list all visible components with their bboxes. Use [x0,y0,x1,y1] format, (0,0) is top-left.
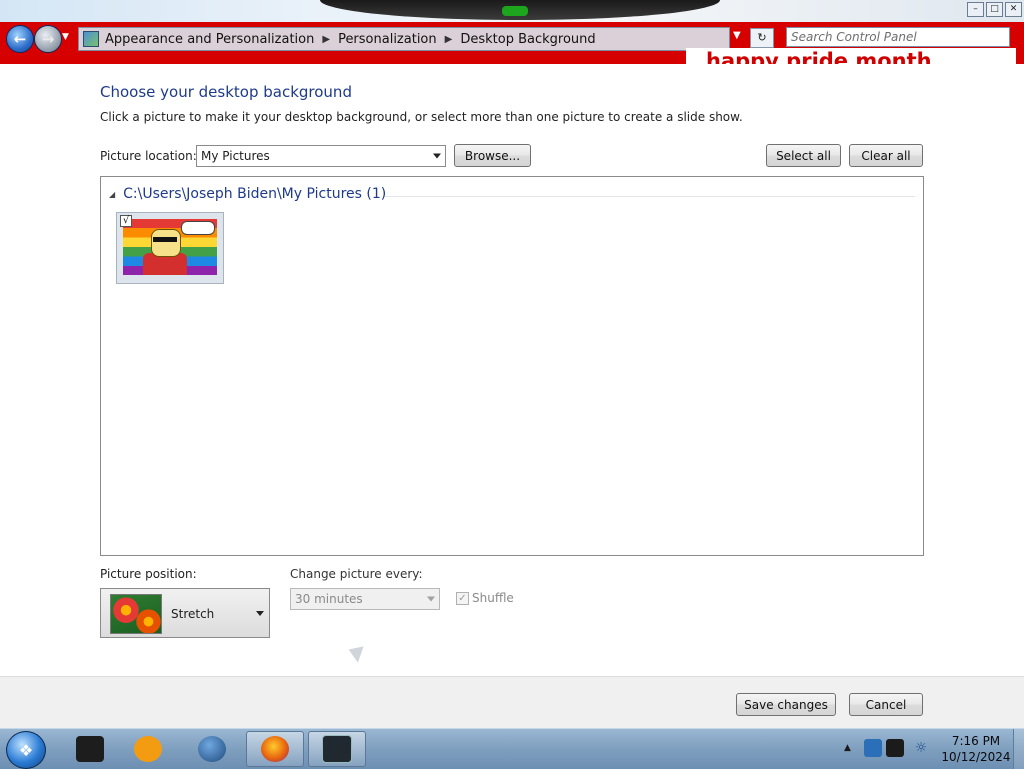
start-button[interactable]: ❖ [6,731,46,769]
picture-position-dropdown[interactable]: Stretch [100,588,270,638]
globe-icon [198,736,226,762]
close-button[interactable]: ✕ [1005,2,1022,17]
mouse-pointer-icon [348,641,370,663]
address-history-button[interactable]: ▼ [733,30,741,41]
network-icon[interactable]: ☼ [912,739,930,757]
firefox-icon [261,736,289,762]
window-titlebar: – □ ✕ ← → ▼ Appearance and Personalizati… [0,0,1024,64]
page-title: Choose your desktop background [100,83,352,101]
recent-pages-button[interactable]: ▼ [62,32,69,42]
refresh-button[interactable]: ↻ [750,28,774,48]
maximize-button[interactable]: □ [986,2,1003,17]
windows-logo-icon: ❖ [18,740,34,760]
clock-time: 7:16 PM [951,734,1001,748]
image-figure-sunglasses [153,237,177,242]
back-button[interactable]: ← [6,25,34,53]
cancel-button[interactable]: Cancel [849,693,923,716]
chevron-down-icon [427,596,435,602]
breadcrumb-desktop-background[interactable]: Desktop Background [460,32,595,47]
taskbar-app-firefox[interactable] [246,731,304,767]
forward-arrow-icon: → [41,30,55,48]
shuffle-label: Shuffle [472,591,514,605]
chevron-up-icon: ▲ [844,743,851,753]
taskbar-app-globe[interactable] [186,731,238,767]
screen-app-icon [322,735,352,763]
picture-group-path: C:\Users\Joseph Biden\My Pictures (1) [123,186,387,202]
change-picture-label: Change picture every: [290,567,423,581]
tray-monitor-icon[interactable] [886,739,904,757]
back-arrow-icon: ← [13,30,27,48]
overlay-banner-text: happy pride month [686,48,1016,64]
breadcrumb-separator[interactable]: ▶ [445,34,453,45]
chevron-down-icon: ▼ [62,32,69,42]
position-preview-image [110,594,162,634]
main-content: Choose your desktop background Click a p… [0,64,1024,676]
picture-group-header[interactable]: ◢ C:\Users\Joseph Biden\My Pictures (1) [109,186,386,202]
breadcrumb-appearance[interactable]: Appearance and Personalization [105,32,314,47]
image-figure-face [151,229,181,257]
system-clock[interactable]: 7:16 PM 10/12/2024 [938,733,1014,765]
address-bar[interactable]: Appearance and Personalization ▶ Persona… [78,27,730,51]
search-input[interactable] [786,27,1010,47]
change-interval-dropdown[interactable]: 30 minutes [290,588,440,610]
taskbar: ❖ ▲ ☼ 7:16 PM 10/12/2024 [0,728,1024,769]
picture-location-label: Picture location: [100,149,197,163]
group-divider [385,196,915,197]
breadcrumb-personalization[interactable]: Personalization [338,32,437,47]
window-controls: – □ ✕ [967,2,1022,17]
control-panel-icon [83,31,99,47]
pride-flag-meme-image [123,219,217,275]
show-hidden-icons-button[interactable]: ▲ [844,743,851,753]
media-player-icon [134,736,162,762]
thumbnail-checkbox[interactable]: √ [120,215,132,227]
shuffle-checkbox[interactable]: ✓ [456,592,469,605]
refresh-icon: ↻ [757,31,767,44]
picture-location-dropdown[interactable]: My Pictures [196,145,446,167]
browse-button[interactable]: Browse... [454,144,531,167]
clock-date: 10/12/2024 [941,750,1011,764]
chevron-down-icon [256,611,264,616]
collapse-triangle-icon[interactable]: ◢ [109,190,115,199]
minimize-button[interactable]: – [967,2,984,17]
chevron-down-icon: ▼ [733,30,741,41]
change-interval-value: 30 minutes [295,592,363,606]
taskbar-app-media-player[interactable] [122,731,174,767]
picture-position-value: Stretch [171,607,215,621]
dock-indicator-light [502,6,528,16]
chevron-down-icon [433,153,441,159]
select-all-button[interactable]: Select all [766,144,841,167]
picture-position-label: Picture position: [100,567,197,581]
image-speech-bubble [181,221,215,235]
taskbar-app-media-center[interactable] [64,731,116,767]
show-desktop-button[interactable] [1013,729,1024,769]
picture-thumbnail[interactable]: √ [116,212,224,284]
taskbar-app-screen[interactable] [308,731,366,767]
picture-location-value: My Pictures [201,149,270,163]
breadcrumb-separator[interactable]: ▶ [322,34,330,45]
page-description: Click a picture to make it your desktop … [100,110,743,124]
forward-button[interactable]: → [34,25,62,53]
media-center-icon [76,736,104,762]
clear-all-button[interactable]: Clear all [849,144,923,167]
tray-app-icon[interactable] [864,739,882,757]
save-changes-button[interactable]: Save changes [736,693,836,716]
dialog-footer: Save changes Cancel [0,676,1024,729]
picture-list-panel[interactable]: ◢ C:\Users\Joseph Biden\My Pictures (1) … [100,176,924,556]
